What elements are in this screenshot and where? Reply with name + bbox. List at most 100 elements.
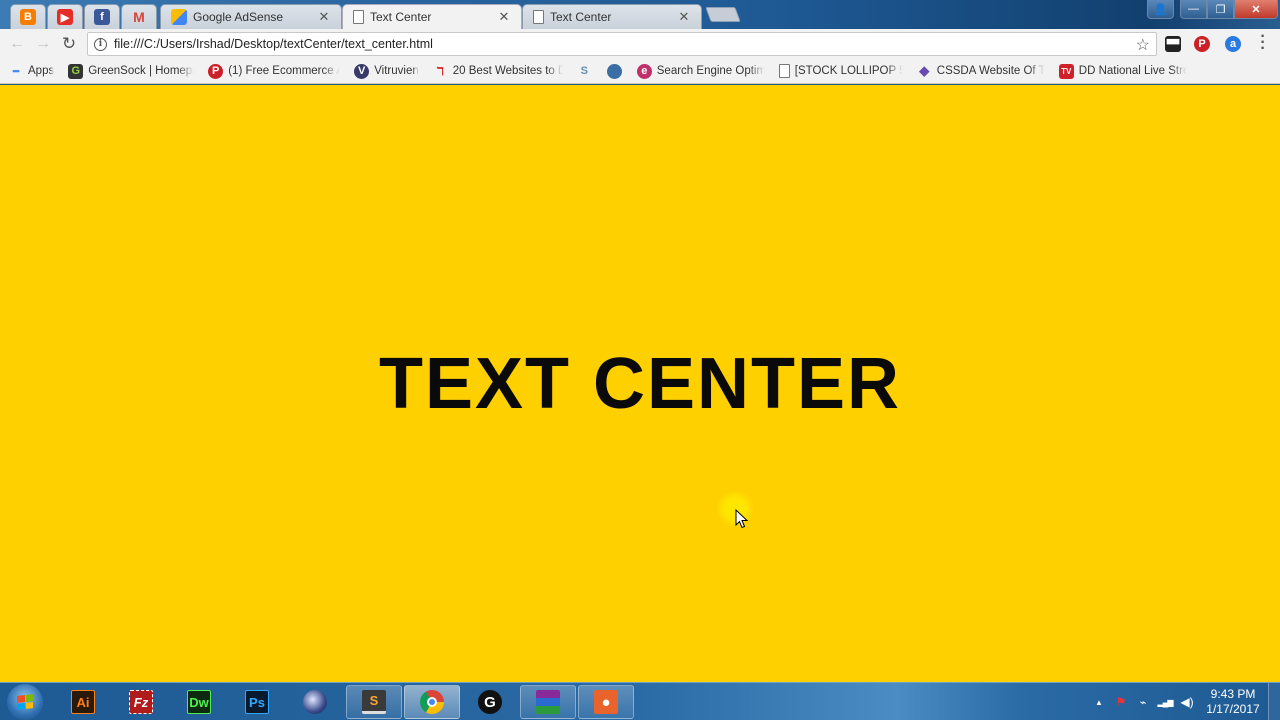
greensock-icon: G bbox=[68, 63, 84, 79]
bookmark-dd-national[interactable]: TV DD National Live Stre bbox=[1058, 63, 1187, 79]
bookmark-label: GreenSock | Homepage bbox=[88, 65, 194, 77]
taskbar: Ai Fz Dw Ps S G ● ▲ ⚑ ⌁ ▂▄▆ ◀) 9:43 PM 1… bbox=[0, 682, 1280, 720]
tab-title: Google AdSense bbox=[193, 10, 284, 24]
document-icon bbox=[778, 64, 790, 78]
show-hidden-icons-arrow[interactable]: ▲ bbox=[1088, 698, 1110, 707]
adsense-icon bbox=[171, 9, 187, 25]
reload-button[interactable]: ↻ bbox=[56, 31, 82, 57]
close-window-button[interactable]: ✕ bbox=[1234, 0, 1278, 19]
bookmark-vitruvien[interactable]: V Vitruvien bbox=[354, 63, 419, 79]
screen-recorder-icon: ● bbox=[594, 690, 618, 714]
filezilla-icon: Fz bbox=[129, 690, 153, 714]
forward-button[interactable]: → bbox=[30, 31, 56, 57]
maximize-button[interactable]: ❐ bbox=[1207, 0, 1234, 19]
blogger-icon: B bbox=[20, 9, 36, 25]
amazon-assistant-icon[interactable]: a bbox=[1225, 36, 1241, 52]
menu-icon[interactable]: · · · bbox=[1258, 29, 1268, 57]
taskbar-dreamweaver[interactable]: Dw bbox=[171, 685, 227, 719]
taskbar-photoshop[interactable]: Ps bbox=[229, 685, 285, 719]
taskbar-filezilla[interactable]: Fz bbox=[113, 685, 169, 719]
website-icon: ℸ bbox=[436, 65, 444, 78]
bookmark-label: [STOCK LOLLIPOP 5.0 bbox=[794, 65, 903, 77]
back-button[interactable]: ← bbox=[4, 31, 30, 57]
bookmark-label: Apps bbox=[28, 65, 55, 77]
tab-facebook[interactable]: f bbox=[84, 4, 120, 29]
new-tab-button[interactable] bbox=[705, 7, 741, 22]
pinterest-icon[interactable]: P bbox=[1194, 36, 1210, 52]
tab-blogger[interactable]: B bbox=[10, 4, 46, 29]
apps-icon: ▪▪▪ bbox=[12, 66, 20, 76]
tab-title: Text Center bbox=[370, 10, 432, 24]
minimize-button[interactable]: — bbox=[1180, 0, 1207, 19]
dreamweaver-icon: Dw bbox=[187, 690, 211, 714]
close-tab-icon[interactable]: ✕ bbox=[497, 9, 511, 25]
power-icon[interactable]: ⌁ bbox=[1132, 696, 1154, 709]
taskbar-grammarly[interactable]: G bbox=[462, 685, 518, 719]
system-clock[interactable]: 9:43 PM 1/17/2017 bbox=[1200, 687, 1266, 717]
grammarly-icon: G bbox=[478, 690, 502, 714]
bookmark-sc[interactable]: S bbox=[577, 64, 597, 79]
tab-text-center[interactable]: Text Center ✕ bbox=[522, 4, 702, 29]
document-icon bbox=[533, 10, 544, 24]
youtube-icon: ▶ bbox=[57, 9, 73, 25]
facebook-icon: f bbox=[94, 9, 110, 25]
bookmark-globe[interactable] bbox=[606, 63, 627, 79]
pinterest-icon: P bbox=[208, 63, 224, 79]
tab-google-adsense[interactable]: Google AdSense ✕ bbox=[160, 4, 342, 29]
cinema4d-icon bbox=[303, 690, 327, 714]
bookmark-label: 20 Best Websites to D bbox=[452, 65, 563, 77]
seo-icon: e bbox=[636, 63, 652, 79]
chrome-icon bbox=[420, 690, 444, 714]
bookmark-label: Search Engine Optimiz bbox=[656, 65, 765, 77]
url-text[interactable]: file:///C:/Users/Irshad/Desktop/textCent… bbox=[114, 37, 433, 51]
action-center-flag-icon[interactable]: ⚑ bbox=[1110, 695, 1132, 709]
system-tray: ▲ ⚑ ⌁ ▂▄▆ ◀) bbox=[1088, 683, 1198, 720]
bookmark-cssda[interactable]: ◆ CSSDA Website Of Th bbox=[917, 63, 1045, 79]
bookmark-label: (1) Free Ecommerce A bbox=[228, 65, 341, 77]
volume-icon[interactable]: ◀) bbox=[1176, 695, 1198, 709]
close-tab-icon[interactable]: ✕ bbox=[677, 9, 691, 25]
user-profile-button[interactable]: 👤 bbox=[1147, 0, 1174, 19]
ghostery-icon[interactable]: ▀▀ bbox=[1165, 36, 1181, 52]
tab-youtube[interactable]: ▶ bbox=[47, 4, 83, 29]
title-bar: B ▶ f M Google AdSense ✕ Text Center ✕ T… bbox=[0, 0, 1280, 29]
vitruvien-icon: V bbox=[354, 63, 370, 79]
taskbar-chrome[interactable] bbox=[404, 685, 460, 719]
sublime-text-icon: S bbox=[362, 690, 386, 714]
tab-text-center-active[interactable]: Text Center ✕ bbox=[342, 4, 522, 29]
document-icon bbox=[353, 10, 364, 24]
network-signal-icon[interactable]: ▂▄▆ bbox=[1154, 698, 1176, 707]
bookmark-free-ecommerce[interactable]: P (1) Free Ecommerce A bbox=[208, 63, 341, 79]
bookmark-search-engine-optimization[interactable]: e Search Engine Optimiz bbox=[636, 63, 765, 79]
bookmark-20-best-websites[interactable]: ℸ 20 Best Websites to D bbox=[433, 64, 563, 79]
taskbar-winrar[interactable] bbox=[520, 685, 576, 719]
mouse-cursor-icon bbox=[735, 509, 749, 529]
tab-gmail[interactable]: M bbox=[121, 4, 157, 29]
address-bar[interactable]: i file:///C:/Users/Irshad/Desktop/textCe… bbox=[87, 32, 1157, 56]
winrar-icon bbox=[536, 690, 560, 714]
bookmark-stock-lollipop[interactable]: [STOCK LOLLIPOP 5.0 bbox=[778, 64, 903, 78]
bookmark-apps[interactable]: ▪▪▪ Apps bbox=[8, 64, 54, 79]
start-button[interactable] bbox=[7, 684, 43, 720]
bookmark-label: DD National Live Stre bbox=[1078, 65, 1187, 77]
photoshop-icon: Ps bbox=[245, 690, 269, 714]
globe-icon bbox=[606, 63, 622, 79]
browser-toolbar: ← → ↻ i file:///C:/Users/Irshad/Desktop/… bbox=[0, 29, 1280, 59]
bookmark-label: CSSDA Website Of Th bbox=[936, 65, 1045, 77]
bookmark-greensock[interactable]: G GreenSock | Homepage bbox=[68, 63, 194, 79]
tab-title: Text Center bbox=[550, 10, 612, 24]
page-content: TEXT CENTER bbox=[0, 85, 1280, 682]
close-tab-icon[interactable]: ✕ bbox=[317, 9, 331, 25]
taskbar-screen-recorder[interactable]: ● bbox=[578, 685, 634, 719]
bookmark-star-icon[interactable]: ☆ bbox=[1136, 35, 1150, 55]
taskbar-illustrator[interactable]: Ai bbox=[55, 685, 111, 719]
tv-icon: TV bbox=[1058, 63, 1074, 79]
show-desktop-button[interactable] bbox=[1268, 683, 1280, 720]
gmail-icon: M bbox=[133, 9, 145, 25]
taskbar-cinema4d[interactable] bbox=[287, 685, 343, 719]
clock-date: 1/17/2017 bbox=[1206, 702, 1260, 716]
taskbar-sublime-text[interactable]: S bbox=[346, 685, 402, 719]
bookmark-label: Vitruvien bbox=[374, 65, 419, 77]
info-icon[interactable]: i bbox=[94, 37, 107, 51]
cssda-icon: ◆ bbox=[919, 63, 930, 78]
